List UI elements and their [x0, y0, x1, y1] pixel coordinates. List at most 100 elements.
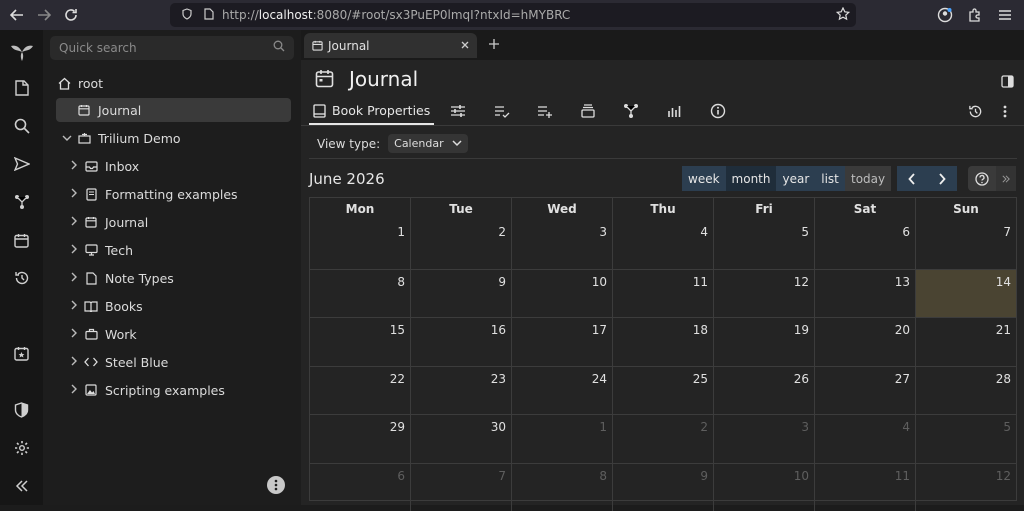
calendar-day-cell[interactable]: 10: [714, 464, 815, 511]
calendar-day-cell[interactable]: 20: [815, 318, 916, 366]
calendar-day-cell[interactable]: 17: [512, 318, 613, 366]
tree-item-books[interactable]: Books: [66, 294, 143, 318]
calendar-day-cell[interactable]: 4: [613, 220, 714, 269]
chevron-right-icon[interactable]: [66, 328, 82, 341]
calendar-day-cell[interactable]: 2: [411, 220, 512, 269]
tree-item-journal-selected[interactable]: Journal: [56, 98, 291, 122]
note-revisions-button[interactable]: [965, 101, 985, 121]
calendar-day-cell[interactable]: 6: [310, 464, 411, 511]
tree-item-formatting-examples[interactable]: Formatting examples: [66, 182, 238, 206]
note-info-button[interactable]: [578, 101, 598, 121]
similar-notes-button[interactable]: [664, 101, 684, 121]
quick-search-input[interactable]: Quick search: [50, 36, 294, 60]
account-button[interactable]: [932, 2, 958, 28]
tree-item-scripting-examples[interactable]: Scripting examples: [66, 378, 225, 402]
add-list-button[interactable]: [535, 101, 555, 121]
reload-button[interactable]: [58, 2, 84, 28]
calendar-day-cell[interactable]: 1: [512, 415, 613, 463]
tree-item-trilium-demo[interactable]: Trilium Demo: [59, 126, 181, 150]
settings-button[interactable]: [0, 435, 43, 461]
close-tab-icon[interactable]: [461, 38, 469, 52]
collapse-sidebar-button[interactable]: [0, 473, 43, 499]
jump-to-button[interactable]: [0, 151, 43, 177]
calendar-day-cell[interactable]: 23: [411, 367, 512, 415]
month-view-button[interactable]: month: [726, 166, 777, 191]
calendar-day-cell[interactable]: 22: [310, 367, 411, 415]
calendar-day-cell[interactable]: 3: [512, 220, 613, 269]
note-map-button[interactable]: [0, 189, 43, 215]
view-type-select[interactable]: Calendar: [388, 134, 467, 153]
calendar-day-cell[interactable]: 16: [411, 318, 512, 366]
new-tab-button[interactable]: [489, 35, 499, 53]
today-button[interactable]: today: [845, 166, 891, 191]
note-title[interactable]: Journal: [349, 67, 418, 91]
calendar-day-cell[interactable]: 9: [411, 270, 512, 318]
app-menu-button[interactable]: [992, 2, 1018, 28]
new-note-button[interactable]: [0, 75, 43, 101]
list-view-button[interactable]: list: [815, 166, 845, 191]
chevron-down-icon[interactable]: [59, 132, 75, 145]
tree-item-root[interactable]: root: [55, 71, 103, 95]
tree-item-work[interactable]: Work: [66, 322, 137, 346]
calendar-day-cell[interactable]: 15: [310, 318, 411, 366]
calendar-day-cell[interactable]: 27: [815, 367, 916, 415]
tree-item-tech[interactable]: Tech: [66, 238, 133, 262]
calendar-day-cell[interactable]: 21: [916, 318, 1016, 366]
chevron-right-icon[interactable]: [66, 188, 82, 201]
protected-session-button[interactable]: [0, 397, 43, 423]
calendar-day-cell[interactable]: 18: [613, 318, 714, 366]
calendar-day-cell[interactable]: 28: [916, 367, 1016, 415]
toggle-right-pane-button[interactable]: [1001, 73, 1014, 92]
calendar-day-cell[interactable]: 3: [714, 415, 815, 463]
chevron-right-icon[interactable]: [66, 356, 82, 369]
options-button[interactable]: [448, 101, 468, 121]
chevron-right-icon[interactable]: [66, 384, 82, 397]
recent-changes-button[interactable]: [0, 265, 43, 291]
chevron-right-icon[interactable]: [66, 272, 82, 285]
tree-item-note-types[interactable]: Note Types: [66, 266, 174, 290]
calendar-day-cell[interactable]: 11: [815, 464, 916, 511]
prev-month-button[interactable]: [897, 166, 927, 191]
calendar-day-cell[interactable]: 26: [714, 367, 815, 415]
attributes-button[interactable]: [492, 101, 512, 121]
note-calendar-icon[interactable]: [315, 69, 334, 92]
chevron-right-icon[interactable]: [66, 216, 82, 229]
expand-button[interactable]: [996, 166, 1016, 191]
help-button[interactable]: [968, 166, 996, 191]
calendar-day-cell[interactable]: 4: [815, 415, 916, 463]
app-logo[interactable]: [0, 38, 43, 64]
info-button[interactable]: [708, 101, 728, 121]
tab-journal[interactable]: Journal: [304, 33, 477, 58]
url-bar[interactable]: http://localhost:8080/#root/sx3PuEP0lmqI…: [170, 3, 856, 27]
forward-button[interactable]: [31, 2, 57, 28]
today-journal-button[interactable]: [0, 340, 43, 366]
calendar-launcher-button[interactable]: [0, 227, 43, 253]
next-month-button[interactable]: [927, 166, 957, 191]
calendar-day-cell[interactable]: 30: [411, 415, 512, 463]
calendar-day-cell[interactable]: 5: [916, 415, 1016, 463]
calendar-day-cell[interactable]: 24: [512, 367, 613, 415]
link-map-button[interactable]: [621, 101, 641, 121]
note-actions-button[interactable]: [995, 101, 1015, 121]
chevron-right-icon[interactable]: [66, 244, 82, 257]
calendar-day-cell[interactable]: 7: [916, 220, 1016, 269]
calendar-day-cell[interactable]: 19: [714, 318, 815, 366]
tree-settings-button[interactable]: [267, 476, 285, 494]
calendar-day-cell[interactable]: 2: [613, 415, 714, 463]
extensions-button[interactable]: [962, 2, 988, 28]
calendar-day-cell[interactable]: 6: [815, 220, 916, 269]
tree-item-journal[interactable]: Journal: [66, 210, 148, 234]
tree-item-inbox[interactable]: Inbox: [66, 154, 139, 178]
calendar-day-cell-today[interactable]: 14: [916, 270, 1016, 318]
calendar-day-cell[interactable]: 25: [613, 367, 714, 415]
search-launcher-button[interactable]: [0, 113, 43, 139]
calendar-day-cell[interactable]: 12: [916, 464, 1016, 511]
calendar-day-cell[interactable]: 29: [310, 415, 411, 463]
chevron-right-icon[interactable]: [66, 160, 82, 173]
tab-book-properties[interactable]: Book Properties: [309, 98, 434, 125]
year-view-button[interactable]: year: [776, 166, 815, 191]
calendar-day-cell[interactable]: 7: [411, 464, 512, 511]
chevron-right-icon[interactable]: [66, 300, 82, 313]
tree-item-steel-blue[interactable]: Steel Blue: [66, 350, 168, 374]
calendar-day-cell[interactable]: 8: [512, 464, 613, 511]
